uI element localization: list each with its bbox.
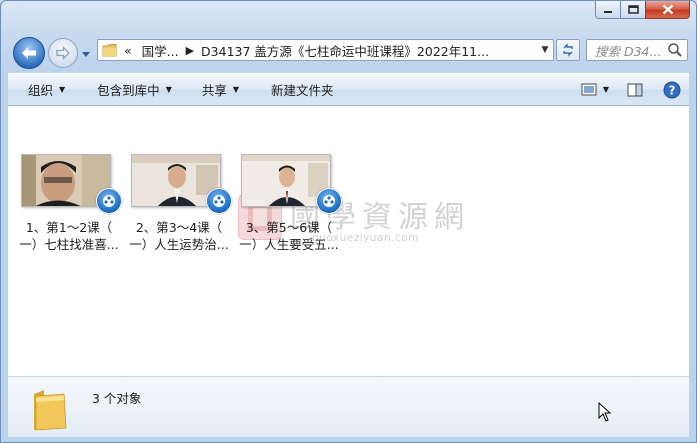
chevron-down-icon: ▼ [602,85,609,94]
folder-icon [30,384,70,435]
maximize-icon [627,5,639,14]
back-button[interactable] [13,37,45,69]
chevron-right-icon[interactable]: ▶ [186,44,194,57]
preview-pane-button[interactable] [627,83,643,97]
refresh-icon [563,43,573,57]
file-name: 1、第1～2课（ 一）七柱找准喜... [16,219,122,253]
back-arrow-icon [22,47,36,59]
file-name-line2: 一）人生运势治... [129,237,229,252]
explorer-window: « 国学... ▶ D34137 盖方源《七柱命运中班课程》2022年11...… [0,0,697,443]
file-name-line1: 1、第1～2课（ [25,220,113,235]
chevron-down-icon: ▼ [232,85,240,94]
file-name: 2、第3～4课（ 一）人生运势治... [126,219,232,253]
file-name-line1: 2、第3～4课（ [135,220,223,235]
forward-arrow-icon [56,46,70,60]
close-icon [662,4,673,15]
details-pane: 3 个对象 [8,376,689,437]
view-icon [581,83,597,96]
chevron-down-icon: ▼ [165,85,172,94]
address-bar[interactable]: « 国学... ▶ D34137 盖方源《七柱命运中班课程》2022年11...… [97,39,554,61]
breadcrumb-item-guoxue[interactable]: 国学... [142,41,179,60]
refresh-button[interactable] [556,39,580,61]
breadcrumb-item-current[interactable]: D34137 盖方源《七柱命运中班课程》2022年11... [201,41,489,60]
video-file-icon [206,188,232,214]
minimize-button[interactable] [595,1,621,19]
command-bar: 组织 ▼ 包含到库中 ▼ 共享 ▼ 新建文件夹 ▼ ? [8,73,689,106]
file-name-line1: 3、第5～6课（ [245,220,333,235]
preview-pane-icon [627,83,643,96]
search-input[interactable]: 搜索 D34... [586,39,688,61]
new-folder-button[interactable]: 新建文件夹 [249,74,344,105]
organize-label: 组织 [28,83,54,98]
view-controls: ▼ ? [581,74,681,105]
chevron-down-icon: ▼ [59,85,66,94]
help-button[interactable]: ? [663,81,681,99]
caption-buttons [595,1,690,19]
file-list[interactable]: 國學資源網 guoxueziyuan.com 1、第1～2课（ 一）七柱找准喜.… [8,106,689,376]
help-icon: ? [663,81,681,98]
breadcrumb-overflow[interactable]: « [124,43,132,58]
maximize-button[interactable] [620,1,646,19]
new-folder-label: 新建文件夹 [271,83,334,98]
video-file-icon [316,188,342,214]
share-button[interactable]: 共享 ▼ [182,74,249,105]
organize-button[interactable]: 组织 ▼ [8,74,75,105]
chevron-down-icon [82,52,90,57]
svg-text:?: ? [669,83,676,97]
close-button[interactable] [645,1,690,19]
search-icon[interactable] [667,42,683,58]
address-dropdown-button[interactable]: ▼ [537,45,553,55]
breadcrumb: « 国学... ▶ D34137 盖方源《七柱命运中班课程》2022年11... [124,41,537,60]
file-name-line2: 一）七柱找准喜... [19,237,119,252]
change-view-button[interactable]: ▼ [581,83,609,96]
minimize-icon [604,10,612,13]
file-name-line2: 一）人生要受五... [239,237,339,252]
include-library-label: 包含到库中 [97,83,160,98]
share-label: 共享 [201,83,227,98]
mouse-cursor-icon [598,401,612,425]
folder-icon [102,44,117,57]
video-file-icon [96,188,122,214]
forward-button[interactable] [48,38,78,68]
include-in-library-button[interactable]: 包含到库中 ▼ [75,74,182,105]
item-count: 3 个对象 [92,391,142,406]
recent-pages-dropdown[interactable] [81,47,91,61]
file-name: 3、第5～6课（ 一）人生要受五... [236,219,342,253]
search-placeholder: 搜索 D34... [595,43,662,59]
